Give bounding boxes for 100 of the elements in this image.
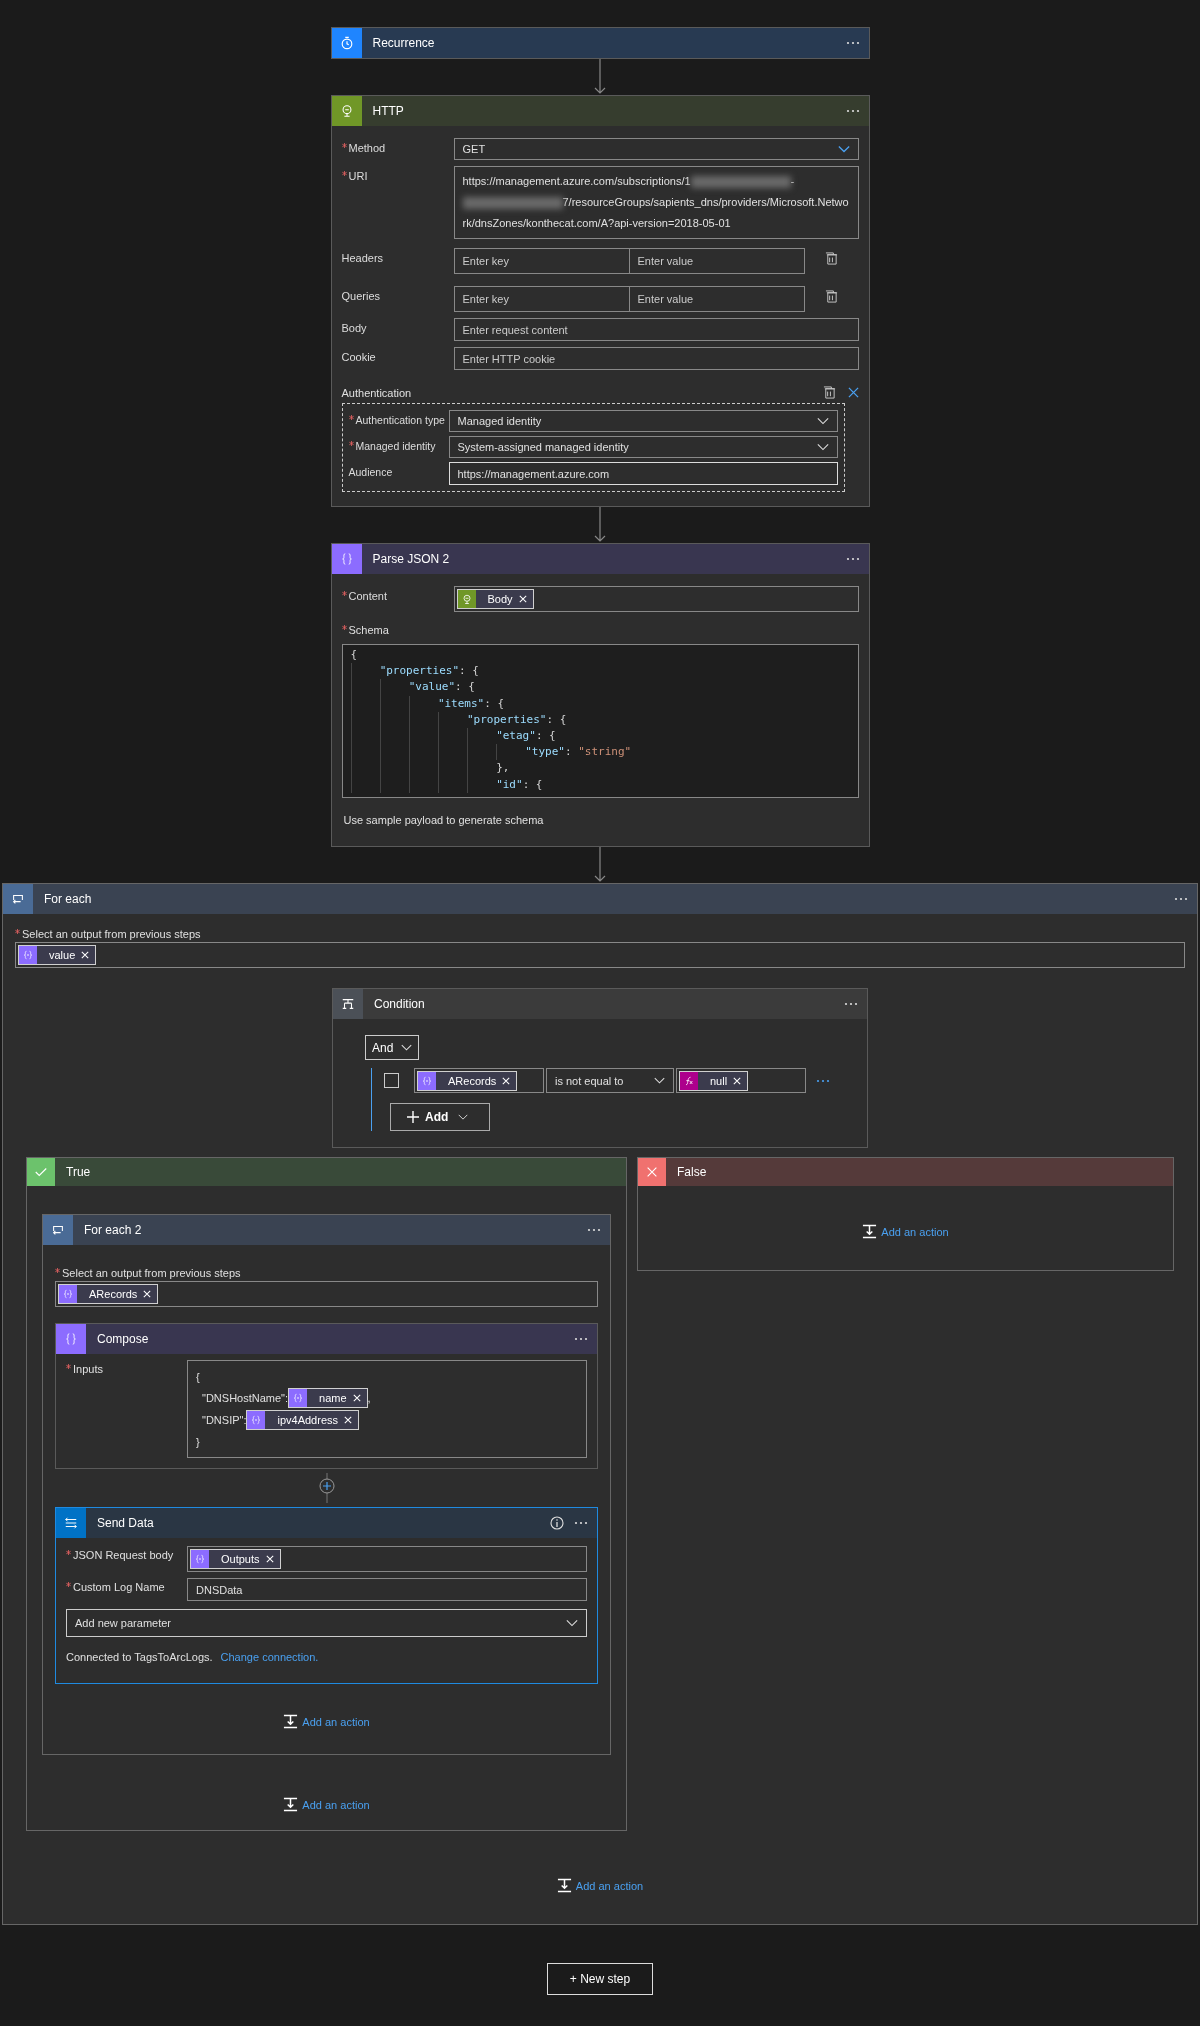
code-line: "value": { <box>350 679 850 696</box>
variable-icon <box>421 1074 433 1087</box>
dropdown[interactable]: Managed identity <box>448 410 838 432</box>
field-label: Content <box>341 586 454 602</box>
remove-icon[interactable] <box>352 1394 361 1402</box>
change-connection-link[interactable]: Change connection. <box>220 1651 319 1663</box>
delete-icon[interactable] <box>824 252 838 265</box>
loop-icon <box>51 1223 65 1237</box>
required-icon <box>341 591 347 596</box>
operator-dropdown[interactable]: And <box>365 1035 420 1060</box>
dropdown[interactable]: System-assigned managed identity <box>448 436 838 458</box>
plus-icon <box>407 1111 419 1123</box>
info-icon[interactable] <box>550 1516 564 1530</box>
inputs-field[interactable]: { "DNSHostName": name , "DNSIP": ipv4Address } <box>187 1360 587 1458</box>
close-icon[interactable] <box>847 387 859 398</box>
card-title: Condition <box>373 997 426 1011</box>
required-icon <box>15 929 20 934</box>
remove-icon[interactable] <box>518 595 527 603</box>
add-action-link[interactable]: Add an action <box>283 1797 370 1812</box>
card-title: HTTP <box>371 104 405 118</box>
code-line: "type": "string" <box>350 744 850 761</box>
chevron-icon <box>401 1044 413 1051</box>
code-line: "etag": { <box>350 727 850 745</box>
value-field[interactable]: Enter value <box>628 248 805 274</box>
more-icon[interactable] <box>845 109 860 113</box>
card-title: Parse JSON 2 <box>371 552 451 566</box>
delete-icon[interactable] <box>824 290 838 303</box>
add-button[interactable]: Add <box>390 1103 490 1131</box>
add-action-link[interactable]: Add an action <box>862 1224 949 1239</box>
token-chip[interactable]: name <box>288 1388 368 1408</box>
more-icon[interactable] <box>845 557 860 561</box>
input-field[interactable]: https://management.azure.com <box>448 462 838 485</box>
field-label: Schema <box>341 624 859 636</box>
token-chip[interactable]: null <box>679 1070 749 1091</box>
token-chip[interactable]: ipv4Address <box>246 1410 360 1430</box>
token-chip[interactable]: ARecords <box>417 1070 518 1091</box>
branch-icon <box>341 997 355 1011</box>
add-action-link[interactable]: Add an action <box>283 1714 370 1729</box>
input-field[interactable]: Enter HTTP cookie <box>453 347 859 370</box>
recurrence-card[interactable]: Recurrence <box>330 27 870 59</box>
operand-field[interactable]: ARecords <box>414 1068 544 1093</box>
field-label: Method <box>341 138 454 154</box>
field-label: Managed identity <box>348 436 449 452</box>
value-field[interactable]: Enter value <box>628 286 805 312</box>
add-action-link[interactable]: Add an action <box>556 1878 644 1893</box>
required-icon <box>55 1268 60 1273</box>
comparison-dropdown[interactable]: is not equal to <box>546 1068 674 1093</box>
more-icon[interactable] <box>816 1078 830 1083</box>
token-chip[interactable]: value <box>18 945 97 965</box>
more-icon[interactable] <box>844 1002 858 1006</box>
more-icon[interactable] <box>845 41 860 45</box>
output-field[interactable]: ARecords <box>55 1281 598 1307</box>
clock-icon <box>339 36 354 50</box>
request-body-field[interactable]: Outputs <box>187 1546 587 1572</box>
chevron-icon <box>816 443 829 451</box>
input-field[interactable]: Enter request content <box>453 318 859 341</box>
insert-step-icon[interactable] <box>316 1473 337 1503</box>
token-chip[interactable]: Outputs <box>190 1549 281 1569</box>
token-chip[interactable]: ARecords <box>58 1284 159 1304</box>
more-icon[interactable] <box>574 1337 588 1341</box>
input-field[interactable]: DNSData <box>187 1578 587 1601</box>
delete-icon[interactable] <box>822 386 836 399</box>
remove-icon[interactable] <box>502 1076 511 1085</box>
card-title: For each <box>43 892 93 906</box>
remove-icon[interactable] <box>733 1076 742 1085</box>
transfer-icon <box>64 1516 78 1530</box>
add-action-icon <box>556 1878 572 1893</box>
new-step-button[interactable]: + New step <box>547 1963 653 1995</box>
remove-icon[interactable] <box>143 1290 152 1298</box>
json-text: } <box>196 1435 200 1448</box>
more-icon[interactable] <box>574 1521 588 1525</box>
required-icon <box>66 1550 71 1555</box>
uri-field[interactable]: https://management.azure.com/subscriptions/1 - 7/resourceGroups/sapients_dns/providers/Microsoft.Network/dnsZones/konthecat.com/A?api-version=2018-05-01 <box>453 166 859 239</box>
more-icon[interactable] <box>1174 897 1188 901</box>
add-action-icon <box>283 1714 299 1729</box>
output-field[interactable]: value <box>15 942 1185 968</box>
method-dropdown[interactable]: GET <box>453 138 859 160</box>
field-label: Authentication type <box>348 410 449 426</box>
add-action-icon <box>862 1224 878 1239</box>
more-icon[interactable] <box>587 1228 601 1232</box>
code-editor[interactable]: { "properties": { "value": { "items": { "properties": { "etag": { "type": "string" }, "id": { <box>341 644 859 798</box>
variable-icon <box>250 1414 263 1426</box>
add-parameter-dropdown[interactable]: Add new parameter <box>66 1609 587 1637</box>
sample-payload-link[interactable]: Use sample payload to generate schema <box>341 814 544 826</box>
operand-field[interactable]: null <box>676 1068 806 1093</box>
content-field[interactable]: Body <box>453 586 859 612</box>
chevron-icon <box>458 1114 469 1120</box>
card-title: For each 2 <box>83 1223 143 1237</box>
function-icon <box>683 1074 695 1087</box>
remove-icon[interactable] <box>81 951 90 959</box>
remove-icon[interactable] <box>344 1416 353 1424</box>
field-label: JSON Request body <box>66 1546 187 1561</box>
remove-icon[interactable] <box>265 1555 274 1563</box>
checkbox[interactable] <box>384 1073 399 1088</box>
key-field[interactable]: Enter key <box>453 286 630 312</box>
field-label: Audience <box>348 465 394 478</box>
token-chip[interactable]: Body <box>456 589 534 609</box>
key-field[interactable]: Enter key <box>453 248 630 274</box>
variable-icon <box>22 949 34 961</box>
branch-title: True <box>65 1165 92 1179</box>
